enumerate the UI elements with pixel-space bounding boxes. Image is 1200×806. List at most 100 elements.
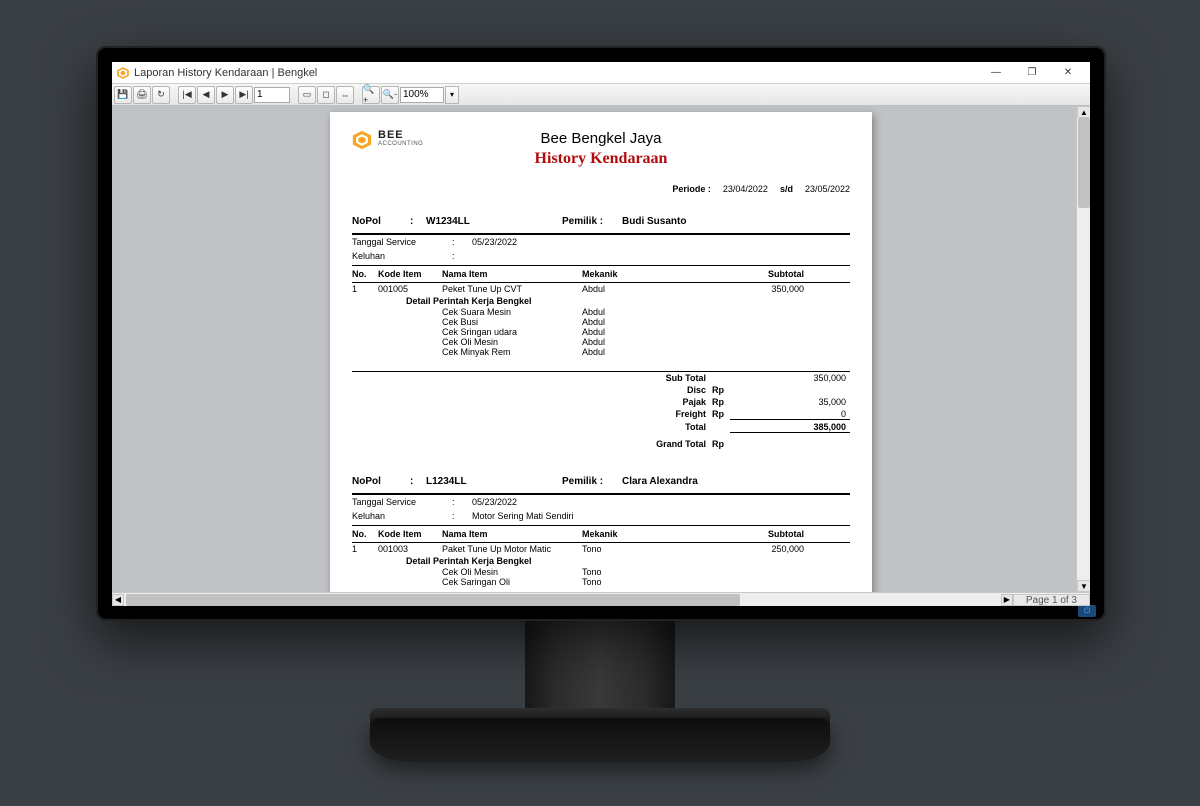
cell-mekanik: Abdul	[582, 284, 700, 294]
pemilik-label: Pemilik :	[562, 216, 616, 227]
scroll-right-button[interactable]: ▶	[1001, 594, 1013, 606]
col-mekanik: Mekanik	[582, 269, 700, 279]
report-viewport[interactable]: BEE ACCOUNTING Bee Bengkel Jaya History …	[112, 106, 1076, 592]
fit-width-button[interactable]: ⇔	[336, 86, 354, 104]
report-title: History Kendaraan	[330, 150, 872, 168]
fit-page-button[interactable]: ◻	[317, 86, 335, 104]
app-icon	[116, 66, 130, 80]
nopol-label: NoPol	[352, 216, 404, 227]
screen: Laporan History Kendaraan | Bengkel — ❐ …	[112, 62, 1090, 606]
table-row: 1 001003 Paket Tune Up Motor Matic Tono …	[352, 543, 850, 555]
scroll-thumb[interactable]	[1078, 118, 1090, 208]
scroll-down-button[interactable]: ▼	[1077, 580, 1090, 592]
refresh-button[interactable]: ↻	[152, 86, 170, 104]
report-page: BEE ACCOUNTING Bee Bengkel Jaya History …	[330, 112, 872, 592]
cell-mekanik: Tono	[582, 544, 700, 554]
last-page-button[interactable]: ▶|	[235, 86, 253, 104]
table-header: No. Kode Item Nama Item Mekanik Subtotal	[352, 526, 850, 543]
col-no: No.	[352, 269, 378, 279]
periode-label: Periode :	[672, 184, 711, 194]
vehicle-section: NoPol : L1234LL Pemilik : Clara Alexandr…	[352, 476, 850, 587]
zoom-in-button[interactable]: 🔍+	[362, 86, 380, 104]
scroll-thumb[interactable]	[126, 594, 740, 606]
cell-nama: Paket Tune Up Motor Matic	[442, 544, 582, 554]
page-status: Page 1 of 3	[1013, 594, 1090, 606]
zoom-dropdown[interactable]: ▾	[445, 86, 459, 104]
periode-sep: s/d	[780, 184, 793, 194]
grandtotal-value	[730, 439, 850, 449]
currency: Rp	[712, 397, 730, 407]
zoom-input[interactable]	[400, 87, 444, 103]
nopol-row: NoPol : W1234LL Pemilik : Budi Susanto	[352, 216, 850, 235]
detail-row: Cek Oli MesinTono	[352, 567, 850, 577]
subtotal-label: Sub Total	[640, 373, 712, 383]
col-subtotal: Subtotal	[700, 269, 810, 279]
col-no: No.	[352, 529, 378, 539]
monitor-power-led	[1078, 605, 1096, 617]
print-button[interactable]: 🖨	[133, 86, 151, 104]
nopol-label: NoPol	[352, 476, 404, 487]
col-kode: Kode Item	[378, 529, 442, 539]
first-page-button[interactable]: |◀	[178, 86, 196, 104]
window-titlebar: Laporan History Kendaraan | Bengkel — ❐ …	[112, 62, 1090, 84]
report-viewer: BEE ACCOUNTING Bee Bengkel Jaya History …	[112, 106, 1090, 592]
table-header: No. Kode Item Nama Item Mekanik Subtotal	[352, 266, 850, 283]
col-kode: Kode Item	[378, 269, 442, 279]
pemilik-label: Pemilik :	[562, 476, 616, 487]
prev-page-button[interactable]: ◀	[197, 86, 215, 104]
detail-row: Cek Minyak RemAbdul	[352, 347, 850, 357]
grandtotal-label: Grand Total	[640, 439, 712, 449]
tanggal-label: Tanggal Service	[352, 237, 452, 247]
detail-row: Cek BusiAbdul	[352, 317, 850, 327]
colon: :	[452, 497, 462, 507]
fit-actual-button[interactable]: ▭	[298, 86, 316, 104]
next-page-button[interactable]: ▶	[216, 86, 234, 104]
scroll-up-button[interactable]: ▲	[1077, 106, 1090, 118]
zoom-out-button[interactable]: 🔍-	[381, 86, 399, 104]
scroll-track[interactable]	[124, 594, 1001, 606]
vertical-scrollbar[interactable]: ▲ ▼	[1076, 106, 1090, 592]
tanggal-value: 05/23/2022	[462, 497, 850, 507]
totals-block: Sub Total 350,000 Disc Rp Pajak	[352, 371, 850, 450]
detail-row: Cek Sringan udaraAbdul	[352, 327, 850, 337]
tanggal-value: 05/23/2022	[462, 237, 850, 247]
colon: :	[452, 511, 462, 521]
colon: :	[410, 476, 420, 487]
nopol-value: L1234LL	[426, 476, 556, 487]
col-nama: Nama Item	[442, 529, 582, 539]
scroll-left-button[interactable]: ◀	[112, 594, 124, 606]
pemilik-value: Clara Alexandra	[622, 476, 850, 487]
total-value: 385,000	[730, 422, 850, 433]
window-close-button[interactable]: ✕	[1050, 63, 1086, 83]
page-number-input[interactable]	[254, 87, 290, 103]
subtotal-value: 350,000	[730, 373, 850, 383]
pajak-value: 35,000	[730, 397, 850, 407]
save-button[interactable]: 💾	[114, 86, 132, 104]
col-mekanik: Mekanik	[582, 529, 700, 539]
col-nama: Nama Item	[442, 269, 582, 279]
currency: Rp	[712, 409, 730, 420]
service-block: Tanggal Service : 05/23/2022 Keluhan :	[352, 235, 850, 266]
total-label: Total	[640, 422, 712, 433]
periode-to: 23/05/2022	[805, 184, 850, 194]
window-minimize-button[interactable]: —	[978, 63, 1014, 83]
disc-value	[730, 385, 850, 395]
detail-row: Cek Oli MesinAbdul	[352, 337, 850, 347]
cell-kode: 001005	[378, 284, 442, 294]
table-row: 1 001005 Peket Tune Up CVT Abdul 350,000	[352, 283, 850, 295]
pajak-label: Pajak	[640, 397, 712, 407]
report-toolbar: 💾 🖨 ↻ |◀ ◀ ▶ ▶| ▭ ◻ ⇔ 🔍+ 🔍- ▾	[112, 84, 1090, 106]
colon: :	[452, 237, 462, 247]
vehicle-section: NoPol : W1234LL Pemilik : Budi Susanto T…	[352, 216, 850, 450]
detail-row: Cek Suara MesinAbdul	[352, 307, 850, 317]
cell-nama: Peket Tune Up CVT	[442, 284, 582, 294]
monitor-frame: Laporan History Kendaraan | Bengkel — ❐ …	[96, 46, 1106, 621]
horizontal-scrollbar[interactable]: ◀ ▶ Page 1 of 3	[112, 592, 1090, 606]
service-block: Tanggal Service : 05/23/2022 Keluhan : M…	[352, 495, 850, 526]
window-maximize-button[interactable]: ❐	[1014, 63, 1050, 83]
currency: Rp	[712, 385, 730, 395]
cell-no: 1	[352, 284, 378, 294]
cell-no: 1	[352, 544, 378, 554]
keluhan-label: Keluhan	[352, 511, 452, 521]
detail-row: Cek Saringan OliTono	[352, 577, 850, 587]
